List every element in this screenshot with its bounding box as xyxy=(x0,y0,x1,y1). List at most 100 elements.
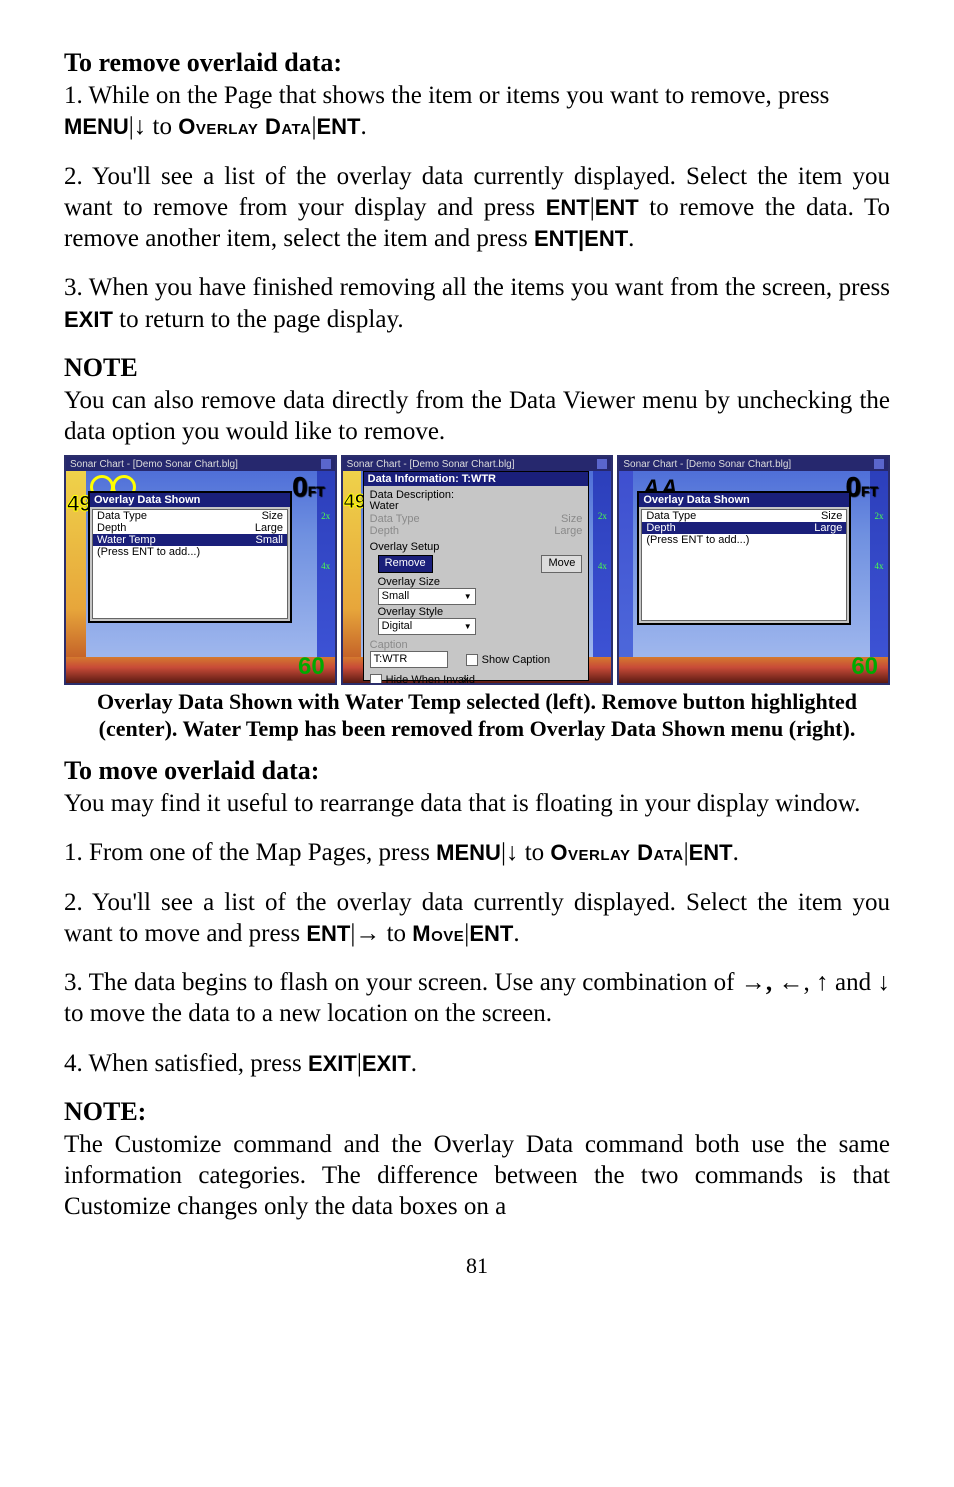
key-ent-ent-2: ENT|ENT xyxy=(534,226,628,251)
zoom-4x: 4x xyxy=(870,561,888,571)
text: 4. When satisfied, press xyxy=(64,1050,308,1077)
move-step-4: 4. When satisfied, press EXIT|EXIT. xyxy=(64,1048,890,1079)
text: to move the data to a new location on th… xyxy=(64,1000,552,1027)
list-item-selected[interactable]: Water Temp Small xyxy=(93,534,287,546)
caption-label: Caption xyxy=(370,639,583,651)
figure-row: Sonar Chart - [Demo Sonar Chart.blg] 49 … xyxy=(64,455,890,685)
overlay-size-select[interactable]: Small ▼ xyxy=(378,588,476,605)
left-arrow-icon: ← xyxy=(778,968,803,996)
text: , xyxy=(766,969,772,996)
item-label: Depth xyxy=(97,522,126,534)
text: ENT xyxy=(546,195,590,220)
dim-type-size: Size xyxy=(561,513,582,525)
list-item-add[interactable]: (Press ENT to add...) xyxy=(642,534,846,546)
window-control-icon xyxy=(874,459,884,469)
list-item-add[interactable]: (Press ENT to add...) xyxy=(93,546,287,558)
screenshot-center: Sonar Chart - [Demo Sonar Chart.blg] 49 … xyxy=(341,455,614,685)
sonar-bottom xyxy=(66,657,335,683)
key-ent: ENT xyxy=(306,921,350,946)
col-label: Data Type xyxy=(97,510,147,522)
window-control-icon xyxy=(597,459,607,469)
dialog-header: Data Information: T:WTR xyxy=(364,472,589,486)
note-body: You can also remove data directly from t… xyxy=(64,385,890,448)
text: . xyxy=(513,920,519,947)
window-title: Sonar Chart - [Demo Sonar Chart.blg] xyxy=(70,459,238,470)
item-label: (Press ENT to add...) xyxy=(646,534,749,546)
overlay-data-shown-window[interactable]: Overlay Data Shown Data Type Size Depth … xyxy=(637,491,851,625)
overlay-data-shown-window[interactable]: Overlay Data Shown Data Type Size Depth … xyxy=(88,491,292,623)
text: and xyxy=(829,969,878,996)
key-ent: ENT xyxy=(595,195,639,220)
overlay-list[interactable]: Data Type Size Depth Large (Press ENT to… xyxy=(641,509,847,621)
input-value: T:WTR xyxy=(374,652,408,667)
key-exit: EXIT xyxy=(308,1051,357,1076)
figure-caption: Overlay Data Shown with Water Temp selec… xyxy=(84,689,870,742)
note2-body: The Customize command and the Overlay Da… xyxy=(64,1129,890,1223)
key-menu: MENU xyxy=(436,840,501,865)
key-ent: ENT xyxy=(316,114,360,139)
window-header: Overlay Data Shown xyxy=(639,493,849,507)
remove-title: To remove overlaid data: xyxy=(64,48,890,78)
list-header-row: Data Type Size xyxy=(93,510,287,522)
remove-step-3: 3. When you have finished removing all t… xyxy=(64,272,890,335)
desc-value: Water xyxy=(370,501,583,512)
item-size: Small xyxy=(255,534,283,546)
remove-step-2: 2. You'll see a list of the overlay data… xyxy=(64,161,890,255)
move-step-3: 3. The data begins to flash on your scre… xyxy=(64,967,890,1030)
key-ent: ENT xyxy=(689,840,733,865)
up-arrow-icon: ↑ xyxy=(816,968,829,996)
window-titlebar: Sonar Chart - [Demo Sonar Chart.blg] xyxy=(66,457,335,472)
move-step-1: 1. From one of the Map Pages, press MENU… xyxy=(64,837,890,868)
text: to return to the page display. xyxy=(113,306,404,333)
list-item-selected[interactable]: Depth Large xyxy=(642,522,846,534)
dim-depth: Depth xyxy=(370,525,545,537)
caption-input[interactable]: T:WTR xyxy=(370,651,448,668)
scale-top: 0FT xyxy=(292,471,325,503)
overlay-size-label: Overlay Size xyxy=(378,576,583,588)
zoom-4x: 4x xyxy=(317,561,335,571)
select-value: Digital xyxy=(382,619,413,634)
right-arrow-icon: → xyxy=(355,919,380,947)
list-header-row: Data Type Size xyxy=(642,510,846,522)
down-arrow-icon: ↓ xyxy=(134,112,147,140)
hide-invalid-checkbox[interactable]: Hide When Invalid xyxy=(370,674,483,685)
key-ent: ENT xyxy=(469,921,513,946)
right-arrow-icon: → xyxy=(741,968,766,996)
scale-bottom: 60 xyxy=(851,653,878,681)
list-item[interactable]: Depth Large xyxy=(93,522,287,534)
overlay-setup-label: Overlay Setup xyxy=(370,541,583,553)
screenshot-left: Sonar Chart - [Demo Sonar Chart.blg] 49 … xyxy=(64,455,337,685)
text: . xyxy=(411,1050,417,1077)
move-button[interactable]: Move xyxy=(541,555,582,573)
text: 1. From one of the Map Pages, press xyxy=(64,839,436,866)
overlay-style-select[interactable]: Digital ▼ xyxy=(378,618,476,635)
window-titlebar: Sonar Chart - [Demo Sonar Chart.blg] xyxy=(619,457,888,472)
move-title: To move overlaid data: xyxy=(64,756,890,786)
page-number: 81 xyxy=(64,1253,890,1279)
key-ent-ent: ENT xyxy=(546,195,590,220)
zoom-4x: 4x xyxy=(593,561,611,571)
move-intro: You may find it useful to rearrange data… xyxy=(64,788,890,819)
text: 3. The data begins to flash on your scre… xyxy=(64,969,741,996)
chevron-down-icon: ▼ xyxy=(464,589,472,604)
zoom-2x: 2x xyxy=(870,511,888,521)
overlay-list[interactable]: Data Type Size Depth Large Water Temp Sm… xyxy=(92,509,288,619)
item-size: Large xyxy=(814,522,842,534)
select-value: Small xyxy=(382,589,410,604)
item-label: (Press ENT to add...) xyxy=(97,546,200,558)
dim-type: Data Type xyxy=(370,513,551,525)
key-exit: EXIT xyxy=(64,307,113,332)
text: to xyxy=(380,920,412,947)
remove-button[interactable]: Remove xyxy=(378,555,433,573)
col-size: Size xyxy=(821,510,842,522)
window-title: Sonar Chart - [Demo Sonar Chart.blg] xyxy=(347,459,515,470)
data-information-dialog[interactable]: Data Information: T:WTR Data Description… xyxy=(363,471,590,681)
move-label: Move xyxy=(412,921,464,946)
chevron-down-icon: ▼ xyxy=(464,619,472,634)
show-caption-checkbox[interactable]: Show Caption xyxy=(466,654,551,666)
col-label: Data Type xyxy=(646,510,696,522)
sonar-depth-strip: 49 xyxy=(343,471,361,683)
dim-depth-size: Large xyxy=(554,525,582,537)
note-title: NOTE xyxy=(64,353,890,383)
down-arrow-icon: ↓ xyxy=(506,838,519,866)
